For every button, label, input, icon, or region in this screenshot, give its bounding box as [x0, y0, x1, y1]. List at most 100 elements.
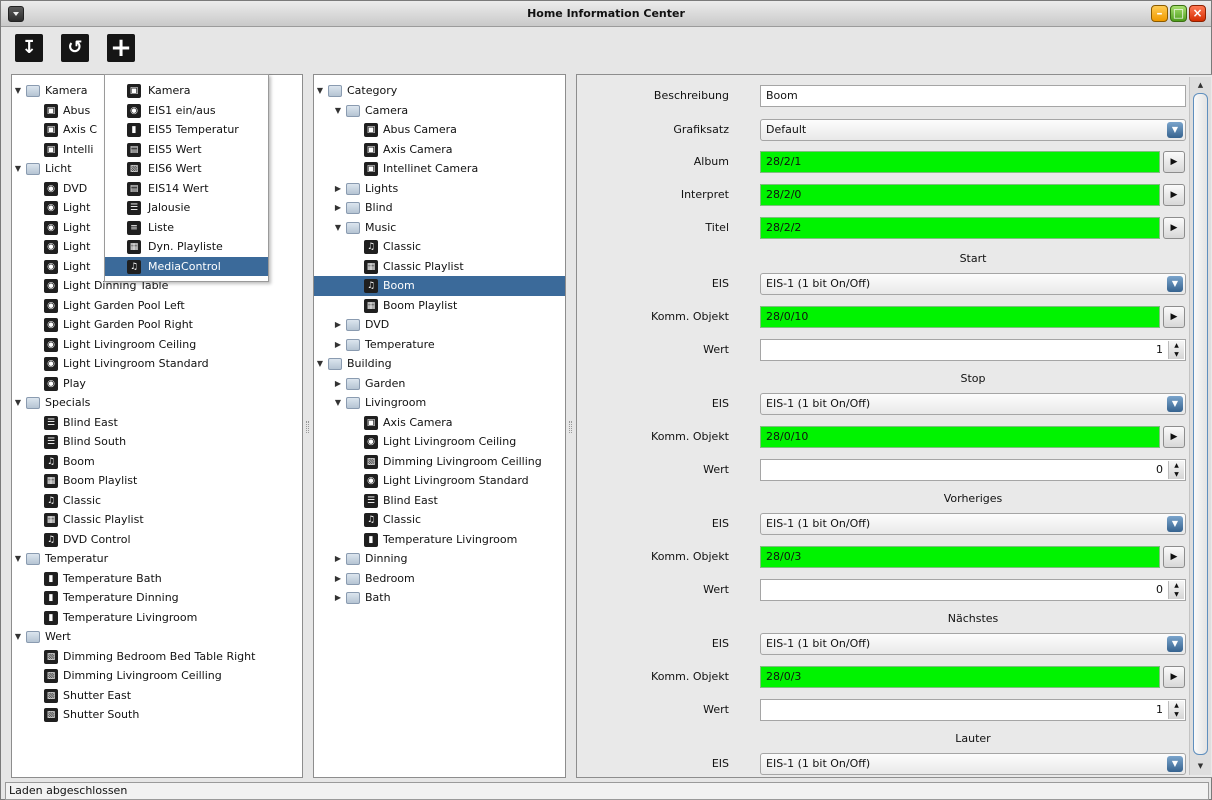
- tree-folder[interactable]: ▶ DVD: [314, 315, 565, 335]
- undo-button[interactable]: ↺: [61, 34, 89, 62]
- title-bar[interactable]: Home Information Center – □ ×: [1, 1, 1211, 27]
- tree-item[interactable]: ◉ Play: [12, 374, 302, 394]
- tree-item[interactable]: ☰ Blind South: [12, 432, 302, 452]
- tree-folder[interactable]: ▼ Specials: [12, 393, 302, 413]
- menu-item[interactable]: ♫ MediaControl: [105, 256, 268, 276]
- tree-item[interactable]: ▦ Boom Playlist: [12, 471, 302, 491]
- menu-item[interactable]: ▮ EIS5 Temperatur: [105, 120, 268, 140]
- tree-folder[interactable]: ▼ Music: [314, 218, 565, 238]
- menu-item[interactable]: ≡ Liste: [105, 218, 268, 238]
- minimize-button[interactable]: –: [1151, 5, 1168, 22]
- spinner-arrows-icon[interactable]: ▲ ▼: [1168, 341, 1184, 359]
- spinner-arrows-icon[interactable]: ▲ ▼: [1168, 701, 1184, 719]
- expanded-arrow-icon[interactable]: ▼: [13, 393, 23, 413]
- komm-objekt-browse-button[interactable]: ▶: [1163, 426, 1185, 448]
- tree-item[interactable]: ▧ Dimming Livingroom Ceilling: [314, 452, 565, 472]
- tree-folder[interactable]: ▶ Garden: [314, 374, 565, 394]
- menu-item[interactable]: ▤ EIS14 Wert: [105, 179, 268, 199]
- tree-item[interactable]: ▧ Dimming Bedroom Bed Table Right: [12, 647, 302, 667]
- menu-item[interactable]: ▧ EIS6 Wert: [105, 159, 268, 179]
- collapsed-arrow-icon[interactable]: ▶: [333, 179, 343, 199]
- tree-item[interactable]: ◉ Light Livingroom Standard: [314, 471, 565, 491]
- tree-folder[interactable]: ▼ Temperatur: [12, 549, 302, 569]
- interpret-address-field[interactable]: 28/2/0: [760, 184, 1160, 206]
- tree-item[interactable]: ▣ Axis Camera: [314, 140, 565, 160]
- tree-folder[interactable]: ▶ Temperature: [314, 335, 565, 355]
- maximize-button[interactable]: □: [1170, 5, 1187, 22]
- tree-item[interactable]: ▮ Temperature Livingroom: [314, 530, 565, 550]
- tree-item[interactable]: ◉ Light Livingroom Standard: [12, 354, 302, 374]
- wert-spinner[interactable]: 1 ▲ ▼: [760, 339, 1186, 361]
- tree-item[interactable]: ▧ Shutter East: [12, 686, 302, 706]
- menu-item[interactable]: ☰ Jalousie: [105, 198, 268, 218]
- tree-item[interactable]: ◉ Light Livingroom Ceiling: [12, 335, 302, 355]
- eis-select[interactable]: EIS-1 (1 bit On/Off) ▼: [760, 513, 1186, 535]
- tree-item[interactable]: ♫ Boom: [314, 276, 565, 296]
- tree-item[interactable]: ▦ Boom Playlist: [314, 296, 565, 316]
- tree-item[interactable]: ♫ Classic: [314, 510, 565, 530]
- collapsed-arrow-icon[interactable]: ▶: [333, 374, 343, 394]
- eis-select[interactable]: EIS-1 (1 bit On/Off) ▼: [760, 633, 1186, 655]
- menu-item[interactable]: ◉ EIS1 ein/aus: [105, 101, 268, 121]
- wert-spinner[interactable]: 1 ▲ ▼: [760, 699, 1186, 721]
- form-scrollbar[interactable]: ▲ ▼: [1189, 77, 1211, 775]
- tree-item[interactable]: ▦ Classic Playlist: [12, 510, 302, 530]
- expanded-arrow-icon[interactable]: ▼: [333, 218, 343, 238]
- wert-spinner[interactable]: 0 ▲ ▼: [760, 579, 1186, 601]
- expanded-arrow-icon[interactable]: ▼: [13, 627, 23, 647]
- collapsed-arrow-icon[interactable]: ▶: [333, 335, 343, 355]
- expanded-arrow-icon[interactable]: ▼: [13, 549, 23, 569]
- tree-item[interactable]: ☰ Blind East: [12, 413, 302, 433]
- tree-folder[interactable]: ▼ Category: [314, 81, 565, 101]
- tree-item[interactable]: ▮ Temperature Dinning: [12, 588, 302, 608]
- collapsed-arrow-icon[interactable]: ▶: [333, 588, 343, 608]
- tree-folder[interactable]: ▼ Camera: [314, 101, 565, 121]
- interpret-browse-button[interactable]: ▶: [1163, 184, 1185, 206]
- tree-folder[interactable]: ▼ Building: [314, 354, 565, 374]
- komm-objekt-browse-button[interactable]: ▶: [1163, 666, 1185, 688]
- tree-item[interactable]: ♫ Boom: [12, 452, 302, 472]
- tree-folder[interactable]: ▼ Wert: [12, 627, 302, 647]
- collapsed-arrow-icon[interactable]: ▶: [333, 569, 343, 589]
- komm-objekt-browse-button[interactable]: ▶: [1163, 546, 1185, 568]
- spinner-arrows-icon[interactable]: ▲ ▼: [1168, 461, 1184, 479]
- expanded-arrow-icon[interactable]: ▼: [315, 81, 325, 101]
- tree-item[interactable]: ◉ Light Livingroom Ceiling: [314, 432, 565, 452]
- tree-folder[interactable]: ▼ Livingroom: [314, 393, 565, 413]
- komm-objekt-address-field[interactable]: 28/0/10: [760, 306, 1160, 328]
- collapsed-arrow-icon[interactable]: ▶: [333, 315, 343, 335]
- tree-folder[interactable]: ▶ Dinning: [314, 549, 565, 569]
- menu-item[interactable]: ▣ Kamera: [105, 81, 268, 101]
- collapsed-arrow-icon[interactable]: ▶: [333, 549, 343, 569]
- expanded-arrow-icon[interactable]: ▼: [333, 101, 343, 121]
- eis-select[interactable]: EIS-1 (1 bit On/Off) ▼: [760, 393, 1186, 415]
- scroll-up-arrow-icon[interactable]: ▲: [1193, 79, 1208, 92]
- tree-item[interactable]: ♫ Classic: [12, 491, 302, 511]
- tree-item[interactable]: ▣ Abus Camera: [314, 120, 565, 140]
- album-address-field[interactable]: 28/2/1: [760, 151, 1160, 173]
- splitter-handle[interactable]: [569, 421, 572, 433]
- titel-address-field[interactable]: 28/2/2: [760, 217, 1160, 239]
- collapsed-arrow-icon[interactable]: ▶: [333, 198, 343, 218]
- splitter-handle[interactable]: [306, 421, 309, 433]
- eis-select[interactable]: EIS-1 (1 bit On/Off) ▼: [760, 753, 1186, 775]
- tree-folder[interactable]: ▶ Bath: [314, 588, 565, 608]
- tree-item[interactable]: ▧ Dimming Livingroom Ceilling: [12, 666, 302, 686]
- tree-item[interactable]: ♫ Classic: [314, 237, 565, 257]
- tree-item[interactable]: ▣ Intellinet Camera: [314, 159, 565, 179]
- album-browse-button[interactable]: ▶: [1163, 151, 1185, 173]
- tree-item[interactable]: ◉ Light Garden Pool Right: [12, 315, 302, 335]
- komm-objekt-browse-button[interactable]: ▶: [1163, 306, 1185, 328]
- save-button[interactable]: ↧: [15, 34, 43, 62]
- tree-item[interactable]: ♫ DVD Control: [12, 530, 302, 550]
- tree-item[interactable]: ▮ Temperature Bath: [12, 569, 302, 589]
- close-button[interactable]: ×: [1189, 5, 1206, 22]
- tree-item[interactable]: ◉ Light Garden Pool Left: [12, 296, 302, 316]
- expanded-arrow-icon[interactable]: ▼: [315, 354, 325, 374]
- tree-item[interactable]: ☰ Blind East: [314, 491, 565, 511]
- menu-item[interactable]: ▦ Dyn. Playliste: [105, 237, 268, 257]
- komm-objekt-address-field[interactable]: 28/0/10: [760, 426, 1160, 448]
- tree-item[interactable]: ▮ Temperature Livingroom: [12, 608, 302, 628]
- tree-folder[interactable]: ▶ Blind: [314, 198, 565, 218]
- category-tree-panel[interactable]: ▼ Category ▼ Camera ▣ Abus Camera ▣ Axis Camera…: [313, 74, 566, 778]
